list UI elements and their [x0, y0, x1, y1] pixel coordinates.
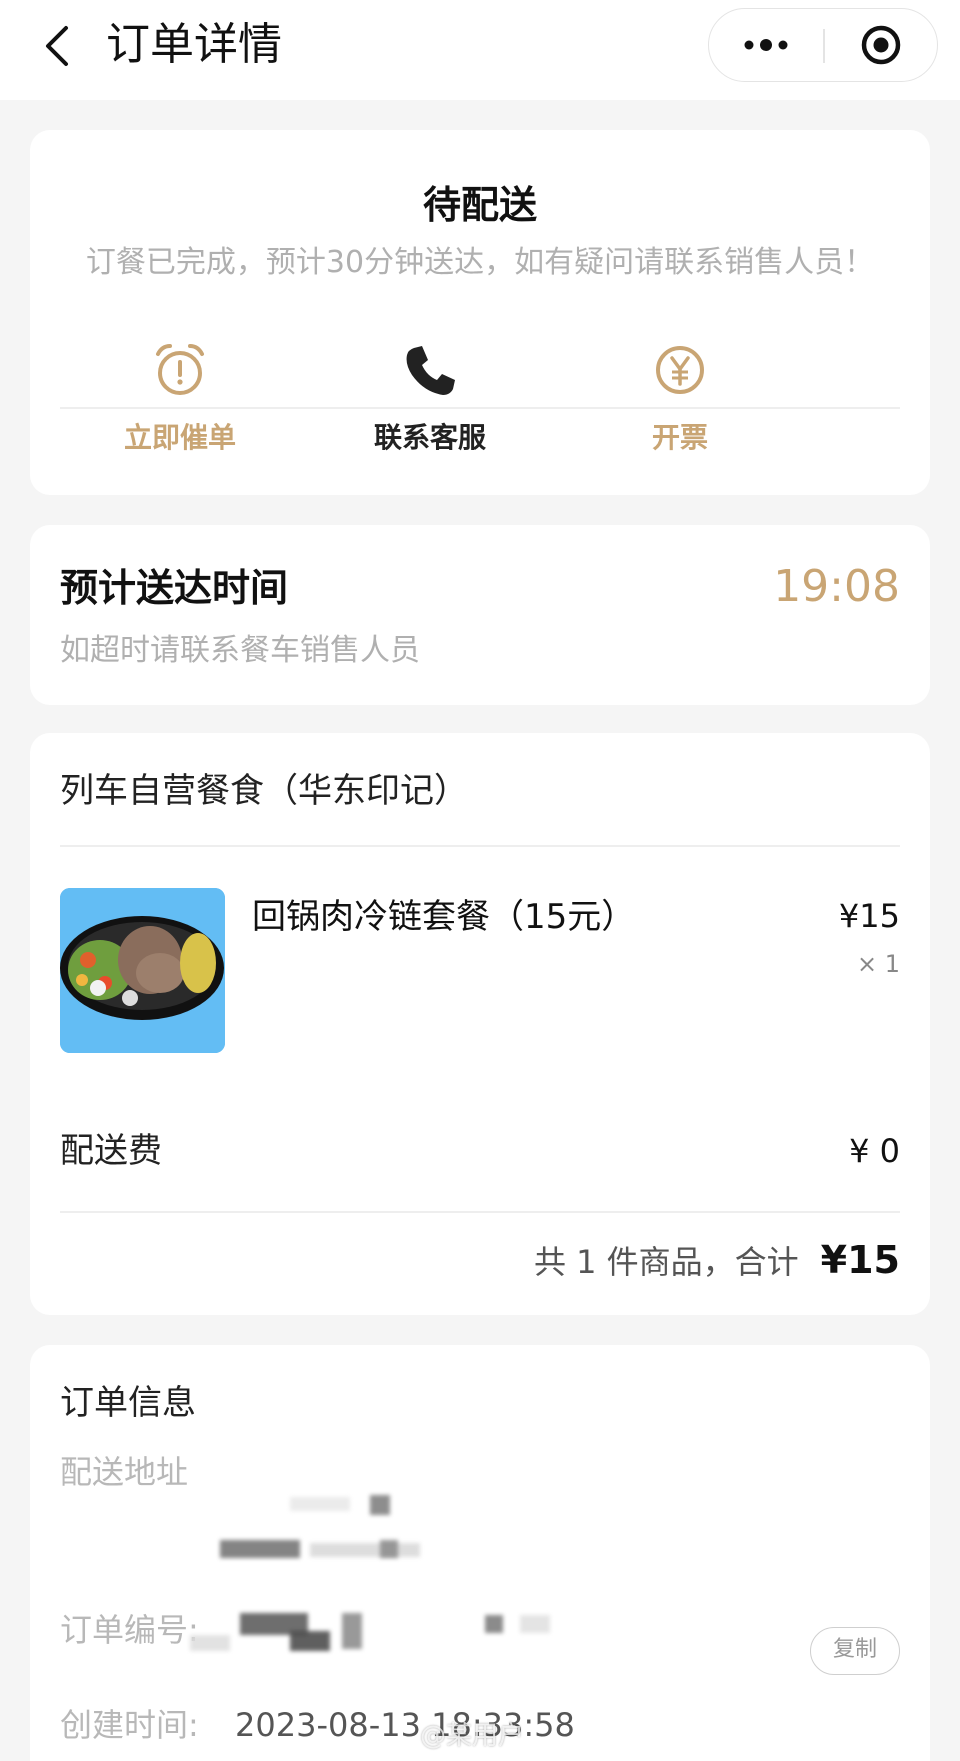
- order-info-title: 订单信息: [60, 1383, 196, 1423]
- address-label: 配送地址: [60, 1453, 189, 1491]
- urge-order-button[interactable]: 立即催单: [70, 340, 290, 470]
- mini-program-capsule: [708, 8, 938, 82]
- status-description: 订餐已完成，预计30分钟送达，如有疑问请联系销售人员！: [85, 245, 875, 280]
- delivery-fee-label: 配送费: [60, 1131, 162, 1171]
- contact-service-label: 联系客服: [373, 421, 486, 454]
- yuan-coin-icon: [656, 346, 704, 394]
- page-title: 订单详情: [106, 19, 282, 70]
- order-items-card: 列车自营餐食（华东印记） 回锅肉冷链套餐（15元） ¥15 × 1 配送费 ¥ …: [30, 733, 930, 1315]
- more-dots-icon: [744, 39, 788, 51]
- invoice-button[interactable]: 开票: [570, 340, 790, 470]
- invoice-label: 开票: [651, 421, 708, 454]
- order-summary-text: 共 1 件商品，合计: [533, 1243, 799, 1281]
- close-mini-program-button[interactable]: [825, 9, 937, 81]
- divider: [60, 1211, 900, 1213]
- status-title: 待配送: [422, 183, 537, 227]
- alarm-clock-icon: [156, 344, 204, 395]
- divider: [60, 845, 900, 847]
- order-number-label: 订单编号:: [60, 1611, 199, 1649]
- back-arrow-icon[interactable]: [38, 22, 78, 70]
- product-quantity: × 1: [856, 950, 900, 978]
- order-total-amount: ¥15: [820, 1238, 900, 1282]
- food-image: [60, 888, 225, 1053]
- delivery-time-note: 如超时请联系餐车销售人员: [60, 633, 420, 668]
- phone-icon: [406, 346, 455, 395]
- watermark: @某用户: [420, 1721, 525, 1751]
- product-thumbnail[interactable]: [60, 888, 225, 1053]
- nav-bar: 订单详情: [0, 0, 960, 100]
- product-price: ¥15: [838, 897, 900, 935]
- product-name: 回锅肉冷链套餐（15元）: [252, 897, 636, 937]
- shop-name: 列车自营餐食（华东印记）: [60, 771, 468, 811]
- order-status-card: 待配送 订餐已完成，预计30分钟送达，如有疑问请联系销售人员！ 立即催单 联系客…: [30, 130, 930, 495]
- delivery-fee-value: ¥ 0: [849, 1132, 900, 1170]
- target-circle-icon: [861, 25, 901, 65]
- created-time-label: 创建时间:: [60, 1706, 199, 1744]
- order-total-row: 共 1 件商品，合计 ¥15: [534, 1235, 900, 1291]
- more-button[interactable]: [709, 9, 823, 81]
- delivery-time-title: 预计送达时间: [60, 566, 289, 610]
- copy-order-number-button[interactable]: 复制: [810, 1627, 900, 1675]
- delivery-time-value: 19:08: [773, 561, 900, 612]
- contact-service-button[interactable]: 联系客服: [320, 340, 540, 470]
- urge-order-label: 立即催单: [123, 421, 236, 454]
- delivery-time-card: 预计送达时间 19:08 如超时请联系餐车销售人员: [30, 525, 930, 705]
- order-info-card: 订单信息 配送地址 订单编号: 复制 创建时间: 2023-08-13 18:3…: [30, 1345, 930, 1761]
